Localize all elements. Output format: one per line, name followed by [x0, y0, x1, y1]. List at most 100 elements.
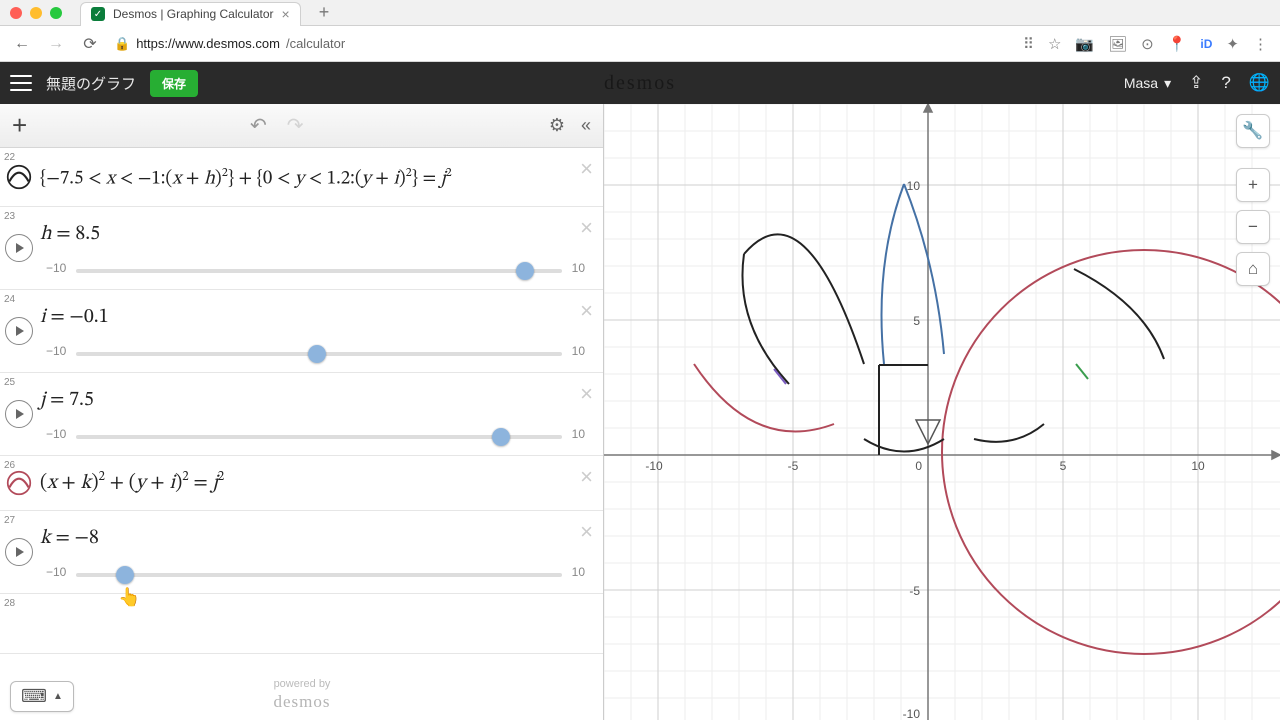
slider-value-text[interactable]: i = −0.1	[40, 305, 109, 330]
slider-track[interactable]	[76, 435, 561, 439]
browser-tab[interactable]: ✓ Desmos | Graphing Calculator ×	[80, 2, 301, 26]
url-host: https://www.desmos.com	[136, 36, 280, 51]
camera-icon[interactable]: 📷	[1075, 35, 1094, 53]
collapse-panel-icon[interactable]: «	[581, 115, 591, 136]
app-header: 無題のグラフ 保存 desmos Masa ▾ ⇪ ? 🌐	[0, 62, 1280, 104]
globe-icon[interactable]: 🌐	[1249, 73, 1270, 93]
row-number: 27	[4, 515, 15, 526]
svg-text:-5: -5	[788, 459, 799, 473]
zoom-out-button[interactable]: −	[1236, 210, 1270, 244]
translate-icon[interactable]: ⠿	[1023, 35, 1034, 53]
tab-title: Desmos | Graphing Calculator	[113, 7, 274, 21]
slider-track[interactable]	[76, 269, 561, 273]
expression-row-28[interactable]: 28	[0, 594, 603, 654]
graph-svg: -10 -5 0 5 10 10 5 -5 -10	[604, 104, 1280, 720]
redo-button[interactable]: ↷	[287, 113, 304, 138]
expression-math[interactable]: (x + k)2 + (y + i)2 = j2	[40, 470, 224, 496]
svg-text:-5: -5	[909, 584, 920, 598]
id-icon[interactable]: iD	[1200, 37, 1212, 51]
window-minimize-button[interactable]	[30, 7, 42, 19]
wrench-button[interactable]: 🔧	[1236, 114, 1270, 148]
slider-value-text[interactable]: h = 8.5	[40, 222, 100, 247]
slider-value-text[interactable]: j = 7.5	[40, 388, 94, 413]
slider-track[interactable]	[76, 352, 561, 356]
slider-min[interactable]: −10	[46, 344, 66, 358]
graph-title[interactable]: 無題のグラフ	[46, 73, 136, 94]
help-icon[interactable]: ?	[1221, 73, 1230, 93]
delete-row-icon[interactable]: ×	[580, 156, 593, 182]
expression-row-22[interactable]: 22 × {−7.5 < x < −1:(x + h)2} + {0 < y <…	[0, 148, 603, 207]
svg-text:-10: -10	[903, 707, 921, 720]
delete-row-icon[interactable]: ×	[580, 298, 593, 324]
expression-row-27[interactable]: 27 × k = −8 −10 10	[0, 511, 603, 594]
slider-min[interactable]: −10	[46, 427, 66, 441]
expression-color-icon[interactable]	[4, 162, 34, 192]
home-button[interactable]: ⌂	[1236, 252, 1270, 286]
slider-track[interactable]	[76, 573, 561, 577]
slider-min[interactable]: −10	[46, 565, 66, 579]
slider-thumb[interactable]	[308, 345, 326, 363]
expression-row-24[interactable]: 24 × i = −0.1 −10 10	[0, 290, 603, 373]
delete-row-icon[interactable]: ×	[580, 381, 593, 407]
address-bar[interactable]: 🔒 https://www.desmos.com/calculator	[114, 36, 1009, 52]
undo-redo-group: ↶ ↷	[250, 113, 304, 138]
play-slider-button[interactable]	[5, 400, 33, 428]
share-icon[interactable]: ⇪	[1189, 73, 1203, 93]
expression-row-25[interactable]: 25 × j = 7.5 −10 10	[0, 373, 603, 456]
slider-thumb[interactable]	[116, 566, 134, 584]
delete-row-icon[interactable]: ×	[580, 215, 593, 241]
add-expression-button[interactable]: +	[12, 110, 27, 141]
row-number: 23	[4, 211, 15, 222]
expression-toolbar: + ↶ ↷ ⚙ «	[0, 104, 603, 148]
delete-row-icon[interactable]: ×	[580, 519, 593, 545]
expression-row-23[interactable]: 23 × h = 8.5 −10 10	[0, 207, 603, 290]
pin-icon[interactable]: 📍	[1168, 35, 1187, 53]
slider-value-text[interactable]: k = −8	[40, 526, 99, 551]
user-menu[interactable]: Masa ▾	[1124, 75, 1171, 92]
zoom-in-button[interactable]: +	[1236, 168, 1270, 202]
undo-button[interactable]: ↶	[250, 113, 267, 138]
back-button[interactable]: ←	[12, 35, 32, 53]
forward-button[interactable]: →	[46, 35, 66, 53]
hamburger-menu-icon[interactable]	[10, 75, 32, 91]
row-number: 28	[4, 598, 15, 609]
star-icon[interactable]: ☆	[1048, 35, 1061, 53]
svg-text:5: 5	[913, 314, 920, 328]
delete-row-icon[interactable]: ×	[580, 464, 593, 490]
row-number: 22	[4, 152, 15, 163]
play-slider-button[interactable]	[5, 317, 33, 345]
image-icon[interactable]: 🖼	[1108, 35, 1127, 53]
expression-panel: + ↶ ↷ ⚙ « 22 × {−7.5 < x < −1:(x + h)2	[0, 104, 604, 720]
browser-toolbar: ← → ⟳ 🔒 https://www.desmos.com/calculato…	[0, 26, 1280, 62]
slider-max[interactable]: 10	[572, 565, 585, 579]
tab-close-icon[interactable]: ×	[282, 6, 290, 22]
desmos-logo: desmos	[604, 72, 676, 95]
slider-min[interactable]: −10	[46, 261, 66, 275]
slider-max[interactable]: 10	[572, 261, 585, 275]
extension-icons: ⠿ ☆ 📷 🖼 ⊙ 📍 iD ✦ ⋮	[1023, 35, 1268, 53]
play-slider-button[interactable]	[5, 538, 33, 566]
expression-math[interactable]: {−7.5 < x < −1:(x + h)2} + {0 < y < 1.2:…	[40, 166, 452, 191]
slider-thumb[interactable]	[492, 428, 510, 446]
sparkle-icon[interactable]: ✦	[1226, 35, 1239, 53]
slider-thumb[interactable]	[516, 262, 534, 280]
window-maximize-button[interactable]	[50, 7, 62, 19]
window-traffic-lights	[10, 7, 62, 19]
menu-dots-icon[interactable]: ⋮	[1253, 35, 1268, 53]
play-circle-icon[interactable]: ⊙	[1141, 35, 1154, 53]
user-name-label: Masa	[1124, 75, 1158, 91]
keypad-toggle-button[interactable]: ⌨ ▲	[10, 681, 74, 712]
svg-text:10: 10	[1191, 459, 1205, 473]
window-close-button[interactable]	[10, 7, 22, 19]
expression-color-icon[interactable]	[4, 468, 34, 498]
slider-max[interactable]: 10	[572, 427, 585, 441]
svg-text:0: 0	[915, 459, 922, 473]
new-tab-button[interactable]: +	[309, 2, 340, 23]
play-slider-button[interactable]	[5, 234, 33, 262]
graph-canvas[interactable]: -10 -5 0 5 10 10 5 -5 -10	[604, 104, 1280, 720]
slider-max[interactable]: 10	[572, 344, 585, 358]
settings-gear-icon[interactable]: ⚙	[549, 115, 565, 136]
save-button[interactable]: 保存	[150, 70, 198, 97]
reload-button[interactable]: ⟳	[80, 34, 100, 54]
expression-row-26[interactable]: 26 × (x + k)2 + (y + i)2 = j2	[0, 456, 603, 511]
